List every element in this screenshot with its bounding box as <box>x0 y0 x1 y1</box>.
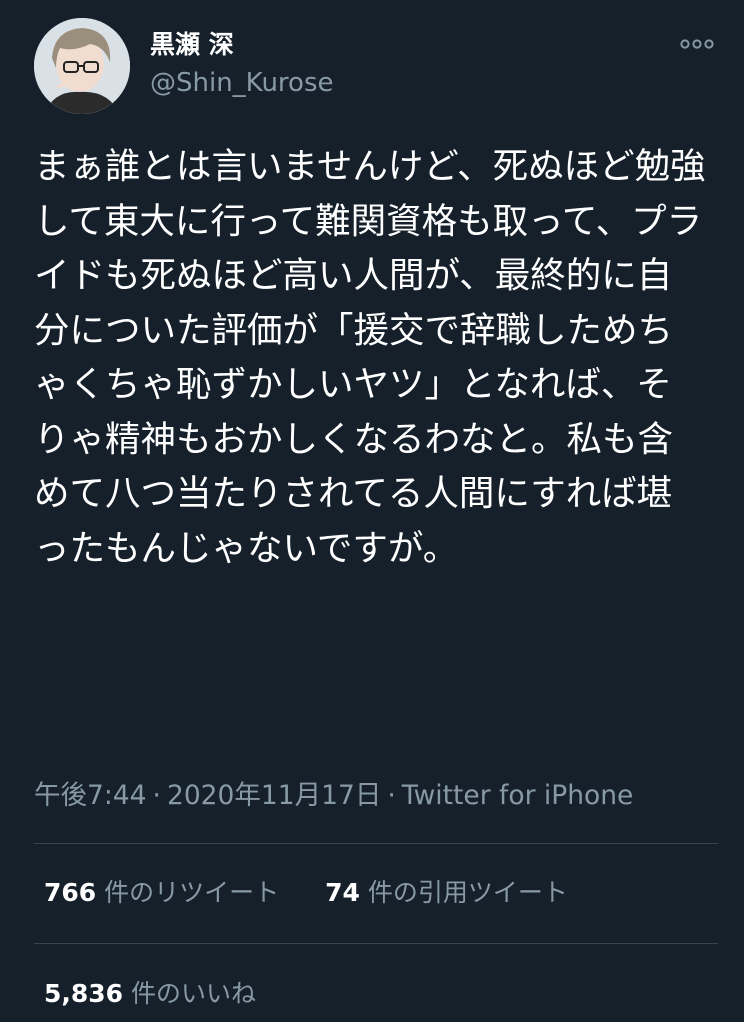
retweets-stat[interactable]: 766 件のリツイート <box>44 873 279 913</box>
tweet-meta: 午後7:44 · 2020年11月17日 · Twitter for iPhone <box>34 776 633 816</box>
more-options-icon[interactable] <box>680 36 714 50</box>
quote-label: 件の引用ツイート <box>367 878 568 907</box>
quotes-stat[interactable]: 74 件の引用ツイート <box>325 873 568 913</box>
likes-stats: 5,836 件のいいね <box>44 974 256 1014</box>
meta-separator: · <box>152 780 161 811</box>
tweet-time[interactable]: 午後7:44 <box>34 780 147 811</box>
quote-count: 74 <box>325 878 360 907</box>
display-name[interactable]: 黒瀬 深 <box>150 30 334 60</box>
divider <box>34 843 718 844</box>
like-label: 件のいいね <box>131 979 257 1008</box>
like-count: 5,836 <box>44 979 124 1008</box>
author-names: 黒瀬 深 @Shin_Kurose <box>150 30 334 98</box>
tweet-text: まぁ誰とは言いませんけど、死ぬほど勉強して東大に行って難関資格も取って、プライド… <box>34 146 706 569</box>
meta-separator: · <box>387 780 396 811</box>
divider <box>34 943 718 944</box>
user-handle[interactable]: @Shin_Kurose <box>150 68 334 98</box>
avatar[interactable] <box>34 18 130 114</box>
engagement-stats: 766 件のリツイート 74 件の引用ツイート <box>44 873 568 913</box>
tweet-source[interactable]: Twitter for iPhone <box>402 780 634 811</box>
likes-stat[interactable]: 5,836 件のいいね <box>44 974 256 1014</box>
tweet-header: 黒瀬 深 @Shin_Kurose <box>34 18 724 118</box>
retweet-count: 766 <box>44 878 97 907</box>
avatar-icon <box>34 18 130 114</box>
retweet-label: 件のリツイート <box>104 878 280 907</box>
tweet-date[interactable]: 2020年11月17日 <box>167 780 381 811</box>
